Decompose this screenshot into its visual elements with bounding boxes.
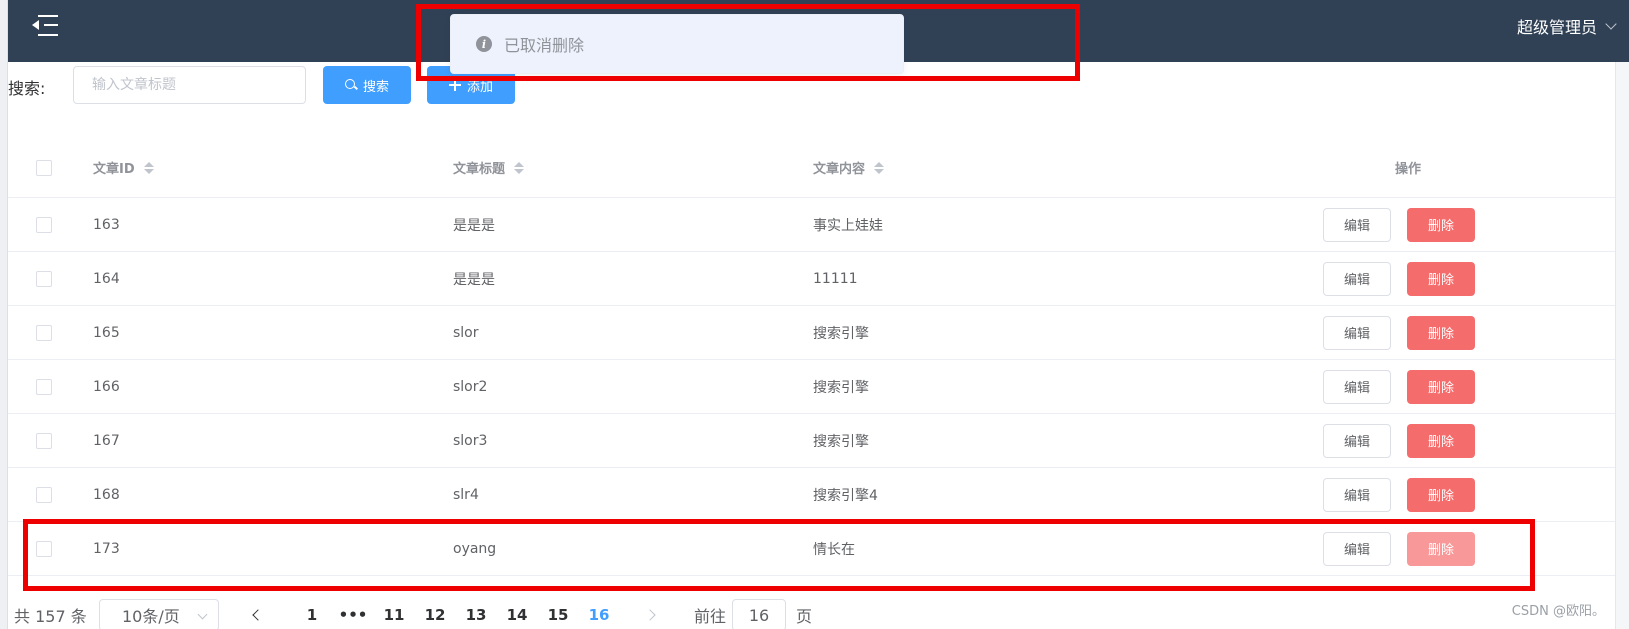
delete-button[interactable]: 删除 (1407, 261, 1475, 296)
table-row: 165 slor 搜索引擎 编辑 删除 (8, 306, 1615, 360)
table-row: 168 slr4 搜索引擎4 编辑 删除 (8, 468, 1615, 522)
cell-id: 166 (93, 378, 120, 395)
goto-page-input[interactable] (732, 599, 786, 629)
left-rail (0, 0, 8, 629)
message-toast: i 已取消删除 (450, 14, 904, 74)
table-row: 163 是是是 事实上娃娃 编辑 删除 (8, 198, 1615, 252)
cell-title: oyang (453, 540, 497, 557)
cell-title: 是是是 (453, 271, 495, 288)
page-size-select[interactable]: 10条/页 (99, 599, 219, 629)
row-checkbox[interactable] (36, 432, 52, 449)
table-row: 173 oyang 情长在 编辑 删除 (8, 522, 1615, 576)
page-number[interactable]: 12 (419, 599, 451, 629)
edit-button[interactable]: 编辑 (1323, 261, 1391, 296)
chevron-left-icon (252, 609, 264, 621)
plus-icon (448, 79, 461, 91)
cell-id: 168 (93, 486, 120, 503)
select-all-checkbox[interactable] (36, 159, 52, 176)
cell-id: 167 (93, 432, 120, 449)
column-header-content-label: 文章内容 (813, 162, 866, 177)
edit-button[interactable]: 编辑 (1323, 207, 1391, 242)
cell-id: 173 (93, 540, 120, 557)
search-button[interactable]: 搜索 (323, 66, 411, 104)
page-number[interactable]: 1 (296, 599, 328, 629)
cell-content: 搜索引擎4 (813, 487, 878, 504)
search-input[interactable] (73, 66, 306, 104)
row-checkbox[interactable] (36, 270, 52, 287)
sort-icon[interactable] (874, 161, 885, 174)
cell-title: 是是是 (453, 217, 495, 234)
cell-id: 165 (93, 324, 120, 341)
articles-table: 文章ID 文章标题 文章内容 操作 163 是是是 事实上娃娃 编辑 删除 16… (8, 138, 1615, 576)
cell-id: 164 (93, 270, 120, 287)
cell-title: slor (453, 324, 479, 341)
chevron-right-icon (644, 609, 656, 621)
search-icon (344, 79, 357, 91)
cell-content: 情长在 (813, 541, 855, 558)
goto-label: 前往 (694, 607, 727, 626)
column-header-title-label: 文章标题 (453, 162, 506, 177)
delete-button[interactable]: 删除 (1407, 207, 1475, 242)
column-header-content[interactable]: 文章内容 (813, 138, 885, 197)
delete-button[interactable]: 删除 (1407, 423, 1475, 458)
delete-button[interactable]: 删除 (1407, 315, 1475, 350)
add-button-label: 添加 (466, 79, 493, 95)
cell-title: slor3 (453, 432, 488, 449)
page-number[interactable]: 15 (542, 599, 574, 629)
user-menu[interactable]: 超级管理员 (1516, 14, 1617, 38)
column-header-id-label: 文章ID (93, 162, 135, 177)
delete-button[interactable]: 删除 (1407, 531, 1475, 566)
info-icon: i (476, 36, 492, 52)
chevron-down-icon (197, 609, 208, 620)
edit-button[interactable]: 编辑 (1323, 531, 1391, 566)
row-checkbox[interactable] (36, 378, 52, 395)
goto-suffix: 页 (796, 607, 813, 626)
sidebar-toggle-icon[interactable] (32, 14, 58, 38)
page-size-value: 10条/页 (122, 607, 180, 626)
page-number[interactable]: 14 (501, 599, 533, 629)
search-button-label: 搜索 (362, 79, 389, 95)
edit-button[interactable]: 编辑 (1323, 369, 1391, 404)
prev-page-button[interactable] (248, 599, 268, 629)
cell-title: slr4 (453, 486, 479, 503)
pagination-total: 共 157 条 (14, 607, 87, 626)
edit-button[interactable]: 编辑 (1323, 423, 1391, 458)
page-number[interactable]: 13 (460, 599, 492, 629)
column-header-title[interactable]: 文章标题 (453, 138, 525, 197)
page-number[interactable]: 11 (378, 599, 410, 629)
row-checkbox[interactable] (36, 486, 52, 503)
table-header: 文章ID 文章标题 文章内容 操作 (8, 138, 1615, 198)
page-number-current[interactable]: 16 (583, 599, 615, 629)
cell-id: 163 (93, 216, 120, 233)
toast-message: 已取消删除 (504, 36, 585, 55)
cell-content: 事实上娃娃 (813, 217, 883, 234)
table-row: 164 是是是 11111 编辑 删除 (8, 252, 1615, 306)
chevron-down-icon (1605, 18, 1617, 30)
edit-button[interactable]: 编辑 (1323, 315, 1391, 350)
sort-icon[interactable] (143, 161, 154, 174)
next-page-button[interactable] (640, 599, 660, 629)
edit-button[interactable]: 编辑 (1323, 477, 1391, 512)
scrollbar[interactable] (1615, 62, 1629, 629)
cell-content: 11111 (813, 270, 858, 287)
row-checkbox[interactable] (36, 540, 52, 557)
cell-content: 搜索引擎 (813, 379, 869, 396)
page-ellipsis[interactable]: ••• (337, 599, 369, 629)
user-name: 超级管理员 (1516, 18, 1597, 37)
table-row: 167 slor3 搜索引擎 编辑 删除 (8, 414, 1615, 468)
pagination: 共 157 条 10条/页 1 ••• 11 12 13 14 15 16 前往… (14, 599, 914, 629)
search-label: 搜索: (8, 79, 46, 98)
delete-button[interactable]: 删除 (1407, 369, 1475, 404)
sort-icon[interactable] (514, 161, 525, 174)
cell-content: 搜索引擎 (813, 433, 869, 450)
delete-button[interactable]: 删除 (1407, 477, 1475, 512)
column-header-ops: 操作 (1394, 162, 1421, 177)
column-header-id[interactable]: 文章ID (93, 138, 154, 197)
cell-title: slor2 (453, 378, 488, 395)
row-checkbox[interactable] (36, 216, 52, 233)
watermark: CSDN @欧阳。 (1511, 604, 1605, 619)
row-checkbox[interactable] (36, 324, 52, 341)
cell-content: 搜索引擎 (813, 325, 869, 342)
table-row: 166 slor2 搜索引擎 编辑 删除 (8, 360, 1615, 414)
